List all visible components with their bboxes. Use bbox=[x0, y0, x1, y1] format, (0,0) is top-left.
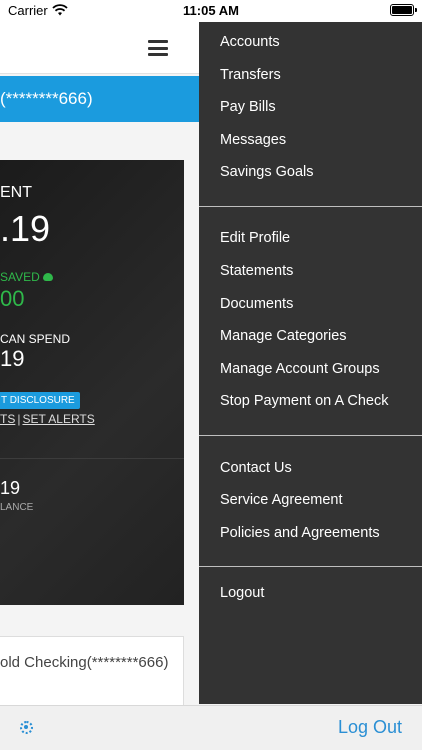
second-account-name: old Checking(********666) bbox=[0, 654, 169, 671]
menu-divider bbox=[199, 206, 422, 207]
card-link-left[interactable]: TS bbox=[0, 412, 15, 426]
account-banner-text: (********666) bbox=[0, 89, 93, 108]
saved-amount: 00 bbox=[0, 286, 25, 311]
piggy-bank-icon bbox=[42, 273, 53, 281]
menu-item-statements[interactable]: Statements bbox=[220, 263, 293, 279]
menu-item-messages[interactable]: Messages bbox=[220, 132, 286, 148]
menu-item-contact-us[interactable]: Contact Us bbox=[220, 460, 292, 476]
menu-item-manage-account-groups[interactable]: Manage Account Groups bbox=[220, 361, 380, 377]
menu-item-savings-goals[interactable]: Savings Goals bbox=[220, 164, 314, 180]
clock: 11:05 AM bbox=[183, 3, 239, 18]
log-out-button[interactable]: Log Out bbox=[338, 717, 402, 738]
available-balance-label: LANCE bbox=[0, 502, 34, 513]
account-summary-card: ENT .19 SAVED 00 CAN SPEND 19 T DISCLOSU… bbox=[0, 160, 184, 605]
can-spend-amount: 19 bbox=[0, 346, 25, 371]
current-balance-amount: .19 bbox=[0, 208, 51, 249]
bottom-toolbar: Log Out bbox=[0, 705, 422, 750]
available-balance-amount: 19 bbox=[0, 478, 21, 498]
set-alerts-link[interactable]: SET ALERTS bbox=[22, 412, 94, 426]
second-account-card[interactable]: old Checking(********666) bbox=[0, 636, 184, 708]
menu-item-edit-profile[interactable]: Edit Profile bbox=[220, 230, 290, 246]
link-separator: | bbox=[17, 412, 21, 426]
settings-gear-icon[interactable] bbox=[20, 721, 33, 734]
card-divider bbox=[0, 458, 184, 459]
current-balance-label: ENT bbox=[0, 184, 32, 201]
battery-icon bbox=[390, 4, 417, 16]
can-spend-label: CAN SPEND bbox=[0, 332, 71, 346]
menu-item-stop-payment[interactable]: Stop Payment on A Check bbox=[220, 393, 388, 409]
menu-item-logout[interactable]: Logout bbox=[220, 585, 264, 601]
navigation-drawer: Accounts Transfers Pay Bills Messages Sa… bbox=[199, 22, 422, 704]
menu-item-accounts[interactable]: Accounts bbox=[220, 34, 280, 50]
menu-item-service-agreement[interactable]: Service Agreement bbox=[220, 492, 343, 508]
disclosure-button[interactable]: T DISCLOSURE bbox=[0, 392, 80, 409]
menu-divider bbox=[199, 566, 422, 567]
menu-item-pay-bills[interactable]: Pay Bills bbox=[220, 99, 276, 115]
saved-label: SAVED bbox=[0, 270, 53, 284]
card-links: TS | SET ALERTS bbox=[0, 412, 95, 426]
menu-divider bbox=[199, 435, 422, 436]
menu-item-policies-agreements[interactable]: Policies and Agreements bbox=[220, 525, 380, 541]
hamburger-menu-icon[interactable] bbox=[148, 40, 168, 56]
menu-item-documents[interactable]: Documents bbox=[220, 296, 293, 312]
status-bar: Carrier 11:05 AM bbox=[0, 0, 422, 22]
menu-item-manage-categories[interactable]: Manage Categories bbox=[220, 328, 347, 344]
menu-item-transfers[interactable]: Transfers bbox=[220, 67, 281, 83]
